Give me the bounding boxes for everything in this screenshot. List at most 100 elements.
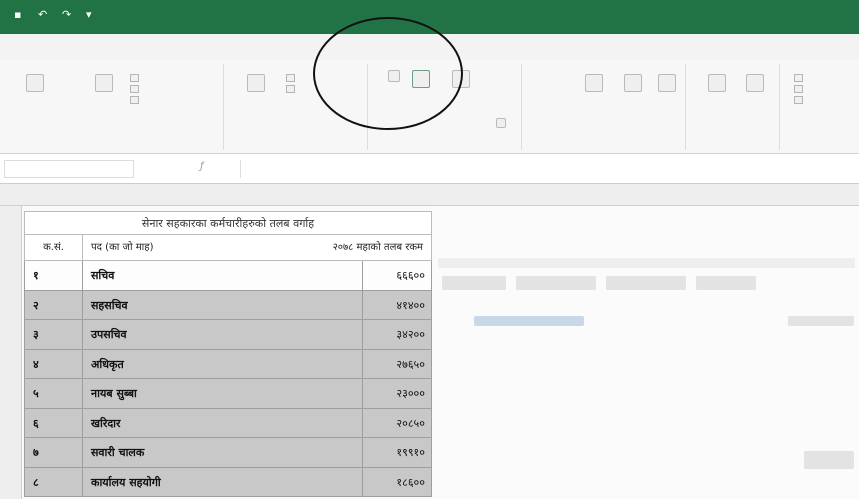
panel-button[interactable] xyxy=(516,276,596,290)
row-amount[interactable]: ६६६०० xyxy=(363,261,431,290)
panel-button[interactable] xyxy=(696,276,756,290)
row-post[interactable]: खरिदार xyxy=(83,408,363,437)
refresh-icon xyxy=(247,74,265,92)
row-post[interactable]: अधिकृत xyxy=(83,349,363,378)
what-if-button[interactable] xyxy=(700,74,734,94)
save-icon[interactable]: ▪ xyxy=(14,9,28,21)
row-serial[interactable]: १ xyxy=(25,261,83,290)
panel-row xyxy=(438,258,855,268)
row-amount[interactable]: १९९१० xyxy=(363,438,431,467)
excel-window: ▪ ↶ ↷ ▾ ƒ सेनार सहकारका कर्मचारीहरुको तल… xyxy=(0,0,859,499)
get-data-mini-buttons xyxy=(130,72,139,105)
row-amount[interactable]: १८६०० xyxy=(363,468,431,497)
validation-icon xyxy=(658,74,676,92)
header-amount[interactable]: २०७८ महाको तलब रकम xyxy=(223,235,431,260)
header-serial[interactable]: क.सं. xyxy=(25,235,83,260)
row-headers xyxy=(0,206,22,499)
row-amount[interactable]: २०८५० xyxy=(363,409,431,438)
quick-access-toolbar: ▪ ↶ ↷ ▾ xyxy=(14,9,100,21)
mini-button-6[interactable] xyxy=(794,72,803,83)
text-to-columns-button[interactable] xyxy=(576,74,612,94)
mini-button-3[interactable] xyxy=(130,94,139,105)
row-serial[interactable]: ३ xyxy=(25,320,83,349)
from-table-button[interactable] xyxy=(84,74,124,94)
forecast-icon xyxy=(746,74,764,92)
what-if-icon xyxy=(708,74,726,92)
name-box[interactable] xyxy=(4,160,134,178)
database-icon xyxy=(26,74,44,92)
row-amount[interactable]: ४१४०० xyxy=(363,291,431,320)
ribbon-group-data-tools xyxy=(526,64,686,150)
advanced-filter-icon xyxy=(496,118,506,128)
row-post[interactable]: उपसचिव xyxy=(83,320,363,349)
undo-icon[interactable]: ↶ xyxy=(38,9,52,21)
row-serial[interactable]: २ xyxy=(25,290,83,319)
row-post[interactable]: नायब सुब्बा xyxy=(83,379,363,408)
header-post[interactable]: पद (का जो माह) xyxy=(83,235,223,260)
mini-button-1[interactable] xyxy=(130,72,139,83)
outline-mini-buttons xyxy=(794,72,803,105)
row-serial[interactable]: ४ xyxy=(25,349,83,378)
mini-button-7[interactable] xyxy=(794,83,803,94)
side-panel xyxy=(434,206,859,499)
queries-icon xyxy=(286,73,295,82)
advanced-button[interactable] xyxy=(484,118,518,130)
mini-button-4[interactable] xyxy=(286,72,295,83)
table-title[interactable]: सेनार सहकारका कर्मचारीहरुको तलब वर्गाह xyxy=(24,211,432,235)
row-amount[interactable]: २७६५० xyxy=(363,350,431,379)
properties-icon xyxy=(286,84,295,93)
subtotal-icon xyxy=(794,95,803,104)
row-amount[interactable]: २३००० xyxy=(363,379,431,408)
row-post[interactable]: सहसचिव xyxy=(83,290,363,319)
table-row[interactable]: १ सचिव ६६६०० xyxy=(24,261,432,291)
refresh-all-button[interactable] xyxy=(236,74,276,94)
panel-button[interactable] xyxy=(442,276,506,290)
table-row[interactable]: २ सहसचिव ४१४०० xyxy=(24,290,432,320)
table-row[interactable]: ४ अधिकृत २७६५० xyxy=(24,349,432,379)
row-post[interactable]: सचिव xyxy=(83,261,363,290)
row-post[interactable]: कार्यालय सहयोगी xyxy=(83,467,363,496)
source-icon xyxy=(130,95,139,104)
group-icon xyxy=(794,73,803,82)
get-data-button[interactable] xyxy=(10,74,60,94)
table-row[interactable]: ५ नायब सुब्बा २३००० xyxy=(24,379,432,409)
panel-ok-button[interactable] xyxy=(804,451,854,469)
text-icon xyxy=(130,73,139,82)
formula-bar: ƒ xyxy=(0,154,859,184)
row-serial[interactable]: ८ xyxy=(25,467,83,496)
annotation-circle xyxy=(313,17,463,130)
ribbon-group-outline xyxy=(784,64,859,150)
flash-icon xyxy=(624,74,642,92)
mini-button-8[interactable] xyxy=(794,94,803,105)
row-serial[interactable]: ५ xyxy=(25,379,83,408)
customize-icon[interactable]: ▾ xyxy=(86,9,100,21)
row-post[interactable]: सवारी चालक xyxy=(83,438,363,467)
salary-table: सेनार सहकारका कर्मचारीहरुको तलब वर्गाह क… xyxy=(24,211,432,497)
data-validation-button[interactable] xyxy=(652,74,682,94)
mini-button-5[interactable] xyxy=(286,83,295,94)
ungroup-icon xyxy=(794,84,803,93)
queries-mini-buttons xyxy=(286,72,295,94)
panel-button[interactable] xyxy=(606,276,686,290)
table-row[interactable]: ८ कार्यालय सहयोगी १८६०० xyxy=(24,467,432,497)
table-icon xyxy=(95,74,113,92)
mini-button-2[interactable] xyxy=(130,83,139,94)
table-row[interactable]: ३ उपसचिव ३४२०० xyxy=(24,320,432,350)
table-header-row: क.सं. पद (का जो माह) २०७८ महाको तलब रकम xyxy=(24,235,432,261)
panel-selected-item[interactable] xyxy=(474,316,584,326)
flash-fill-button[interactable] xyxy=(618,74,648,94)
columns-icon xyxy=(585,74,603,92)
row-serial[interactable]: ७ xyxy=(25,438,83,467)
panel-field[interactable] xyxy=(788,316,854,326)
row-amount[interactable]: ३४२०० xyxy=(363,320,431,349)
worksheet: सेनार सहकारका कर्मचारीहरुको तलब वर्गाह क… xyxy=(0,184,859,499)
forecast-sheet-button[interactable] xyxy=(738,74,772,94)
table-row[interactable]: ६ खरिदार २०८५० xyxy=(24,408,432,438)
ribbon-group-get-data xyxy=(4,64,224,150)
formula-input[interactable] xyxy=(240,160,850,178)
table-row[interactable]: ७ सवारी चालक १९९१० xyxy=(24,438,432,468)
redo-icon[interactable]: ↷ xyxy=(62,9,76,21)
row-serial[interactable]: ६ xyxy=(25,408,83,437)
fx-icon[interactable]: ƒ xyxy=(200,161,204,172)
column-headers xyxy=(0,184,859,206)
